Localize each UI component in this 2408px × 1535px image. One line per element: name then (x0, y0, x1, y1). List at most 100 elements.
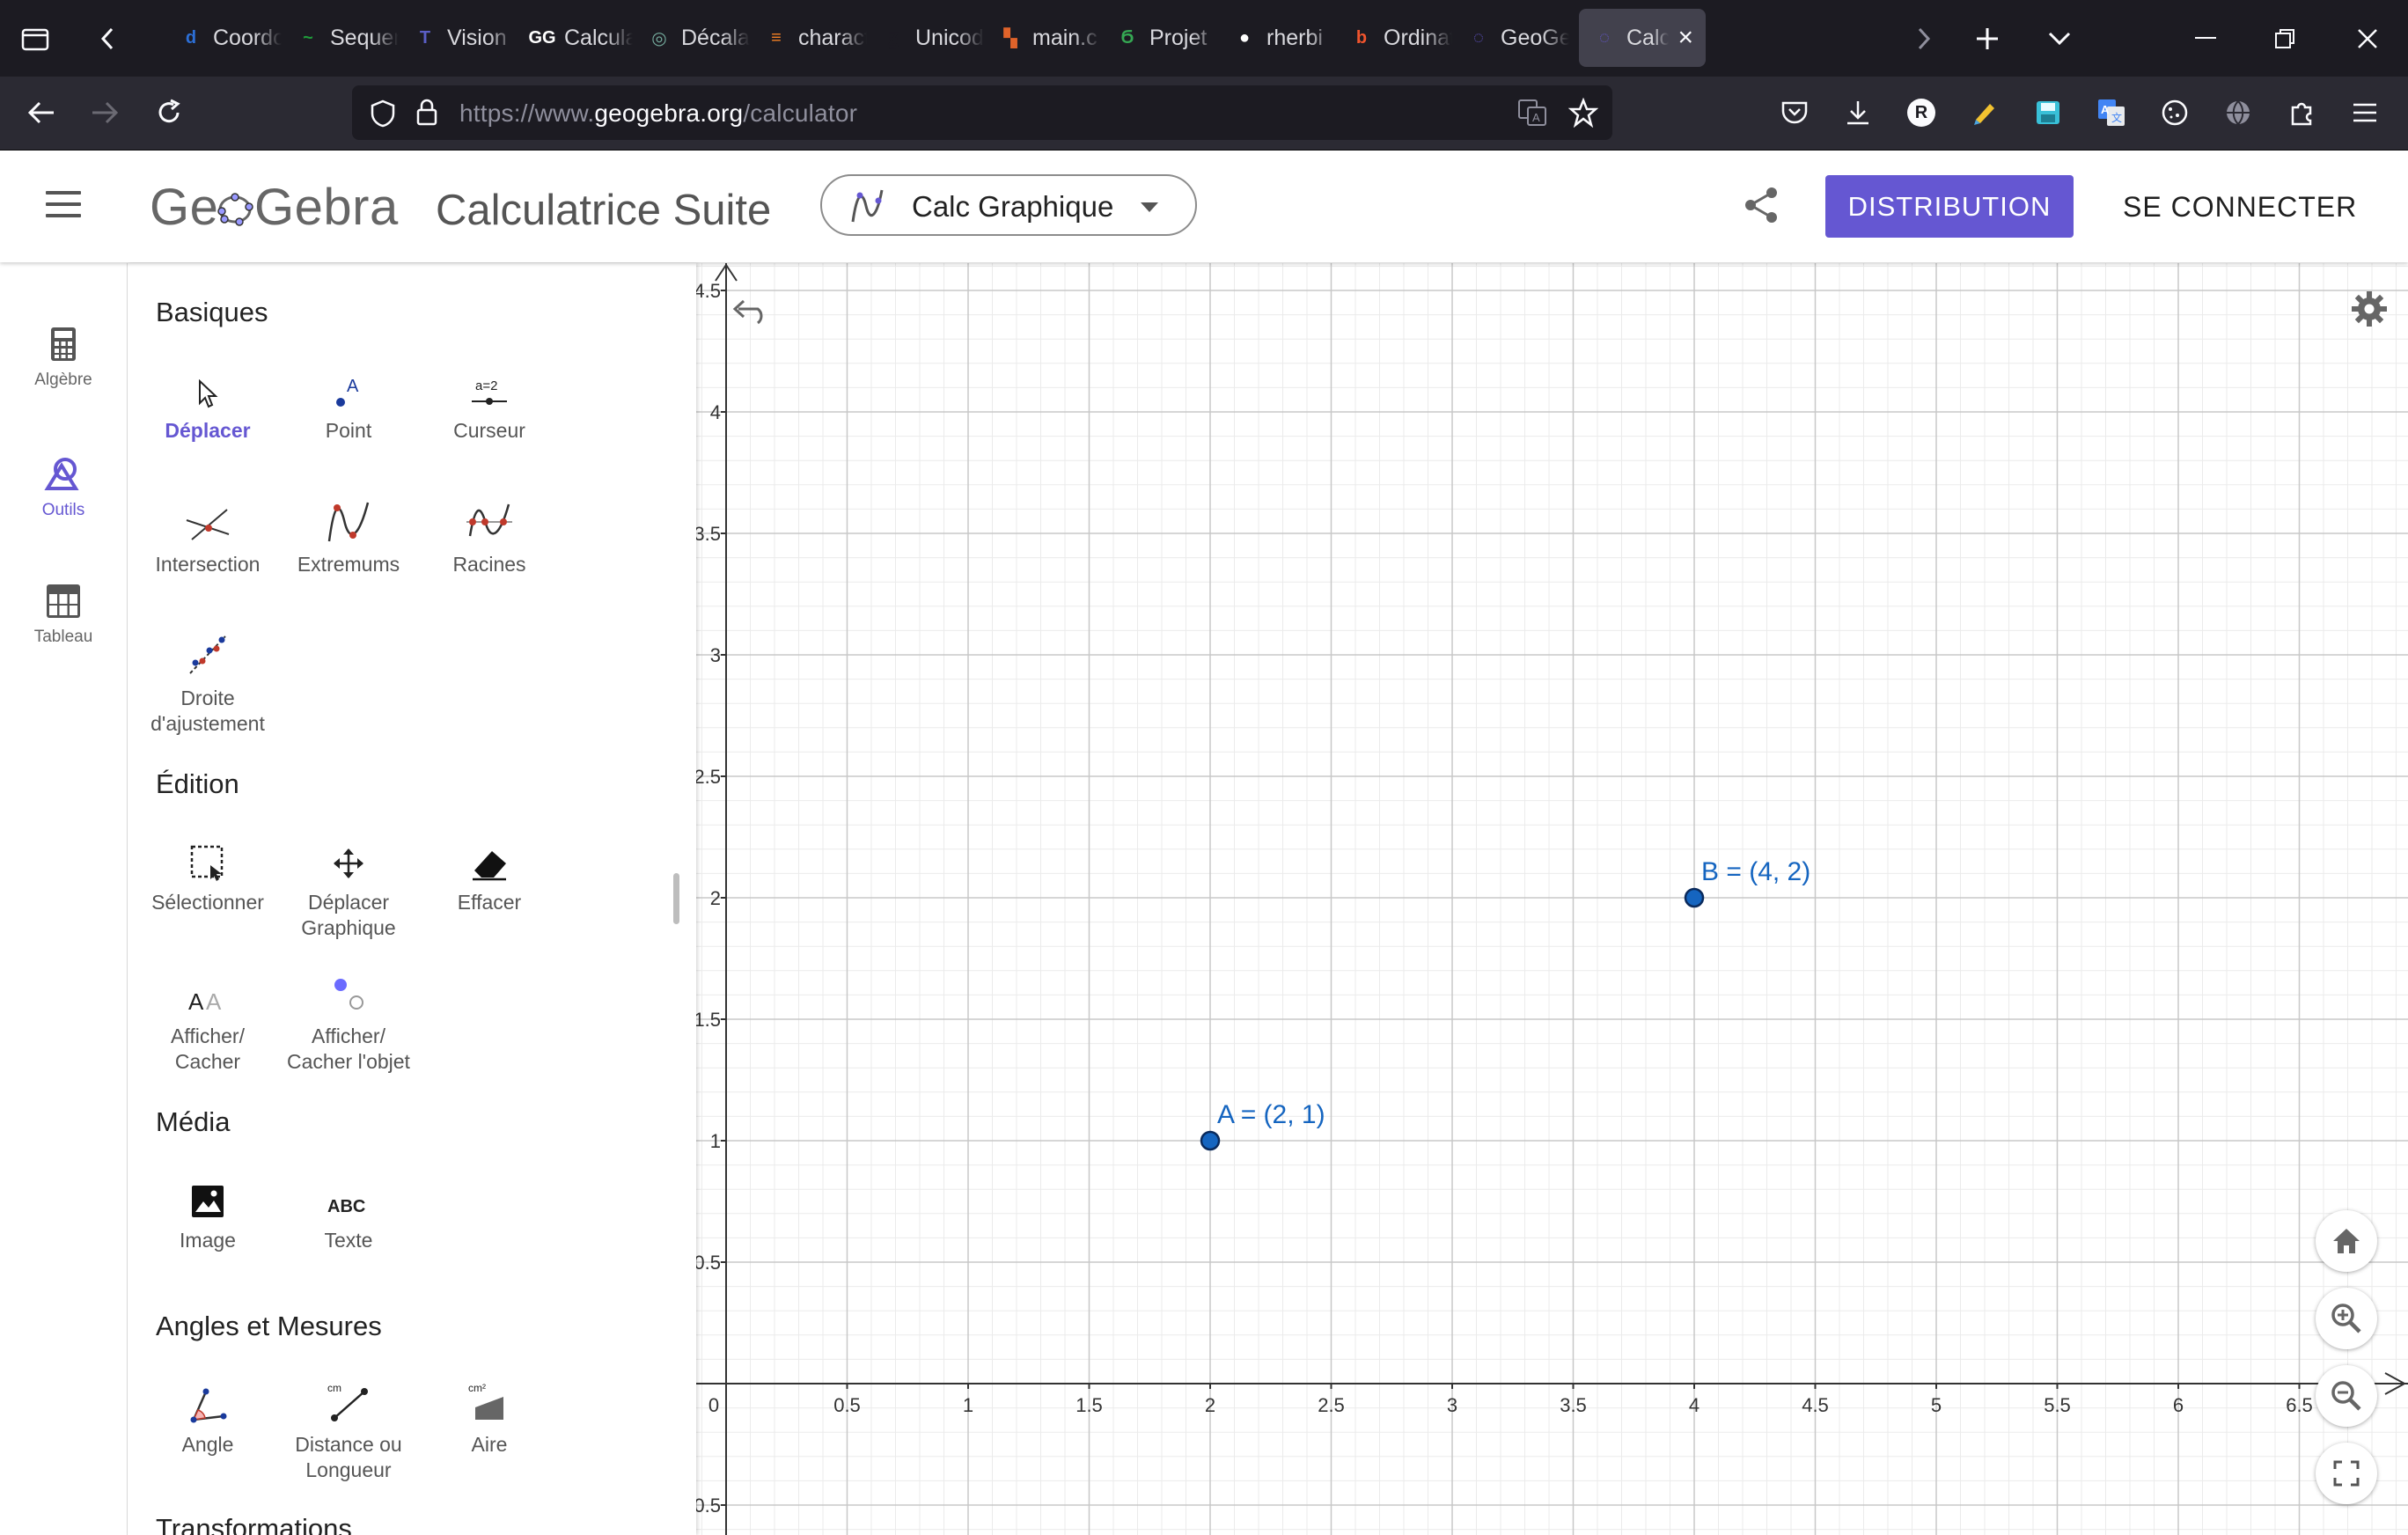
fullscreen-button[interactable] (2316, 1443, 2377, 1504)
image-icon (192, 1186, 224, 1217)
list-all-tabs-button[interactable] (2033, 12, 2086, 65)
window-restore-button[interactable] (2258, 12, 2311, 65)
tool-label: Afficher/ Cacher l'objet (287, 1025, 410, 1073)
tool-text[interactable]: ABC Texte (278, 1170, 419, 1253)
extension-globe-button[interactable] (2213, 87, 2264, 138)
undo-button[interactable] (731, 298, 770, 329)
tab-favicon-icon: d (185, 27, 197, 48)
tab-title: Coordonnées (213, 25, 282, 50)
reload-button[interactable] (143, 87, 195, 138)
graphics-view[interactable]: 0 0.5 1 1.5 2 2.5 3 3.5 4 4.5 5 5.5 6 6.5 4.5 4 3.5 3 2.5 2… (696, 263, 2408, 1535)
tool-angle[interactable]: Angle (137, 1374, 278, 1458)
svg-text:文: 文 (2111, 111, 2122, 124)
tab-title: Décalage (681, 25, 750, 50)
app-switcher-dropdown[interactable]: Calc Graphique (820, 174, 1197, 236)
tool-best-fit-line[interactable]: Droite d'ajustement (137, 628, 278, 737)
point-label-B[interactable]: B = (4, 2) (1701, 857, 1810, 886)
app-menu-button[interactable] (2339, 87, 2390, 138)
close-tab-icon[interactable]: × (1678, 23, 1693, 53)
rail-item-tools[interactable]: Outils (0, 457, 127, 520)
geogebra-logo[interactable]: Ge Gebra (150, 177, 414, 251)
point-A[interactable] (1200, 1130, 1221, 1151)
extension-r-button[interactable]: R (1896, 87, 1947, 138)
tool-show-hide-label[interactable]: AA Afficher/ Cacher (137, 966, 278, 1075)
angle-icon (190, 1388, 227, 1423)
standard-view-button[interactable] (2316, 1210, 2377, 1272)
window-minimize-button[interactable] (2179, 12, 2232, 65)
y-tick-label: 0.5 (696, 1252, 721, 1274)
tool-intersection[interactable]: Intersection (137, 494, 278, 577)
tabs-scroll-right-button[interactable] (1898, 12, 1950, 65)
extension-cookie-button[interactable] (2149, 87, 2200, 138)
coordinate-grid[interactable]: 0 0.5 1 1.5 2 2.5 3 3.5 4 4.5 5 5.5 6 6.5 4.5 4 3.5 3 2.5 2… (696, 263, 2408, 1535)
tool-image[interactable]: Image (137, 1170, 278, 1253)
extension-pencil-button[interactable] (1959, 87, 2010, 138)
browser-tab[interactable]: ◌ GeoGebra (1453, 9, 1569, 67)
extension-translate-button[interactable]: A文 (2086, 87, 2137, 138)
tool-label: Effacer (457, 891, 522, 914)
tool-point[interactable]: A Point (278, 360, 419, 444)
zoom-out-button[interactable] (2316, 1365, 2377, 1427)
main-menu-button[interactable] (46, 191, 81, 221)
tool-eraser[interactable]: Effacer (419, 832, 560, 915)
browser-tab[interactable]: ◎ Décalage (634, 9, 750, 67)
x-tick-label: 0.5 (833, 1394, 861, 1416)
share-button[interactable] (1743, 186, 1780, 229)
translate-icon[interactable]: A (1517, 99, 1547, 127)
browser-tab[interactable]: T Vision (400, 9, 516, 67)
extension-save-button[interactable] (2023, 87, 2074, 138)
tool-pan[interactable]: Déplacer Graphique (278, 832, 419, 941)
tool-distance[interactable]: cm Distance ou Longueur (278, 1374, 419, 1483)
tool-select[interactable]: Sélectionner (137, 832, 278, 915)
browser-tab[interactable]: ≡ characters (751, 9, 867, 67)
login-button[interactable]: SE CONNECTER (2123, 191, 2357, 224)
svg-text:A: A (2101, 103, 2110, 116)
rail-item-table[interactable]: Tableau (0, 584, 127, 647)
browser-tab[interactable]: Ϭ Projet (1102, 9, 1218, 67)
rail-item-algebra[interactable]: Algèbre (0, 327, 127, 390)
zoom-in-button[interactable] (2316, 1288, 2377, 1349)
graphics-settings-button[interactable] (2350, 290, 2389, 333)
tool-move[interactable]: Déplacer (137, 360, 278, 444)
bookmark-star-icon[interactable] (1568, 98, 1598, 128)
tools-panel: Basiques Déplacer A Point a=2 Curseur In… (128, 263, 696, 1535)
distribution-button[interactable]: DISTRIBUTION (1825, 175, 2074, 238)
window-close-button[interactable] (2341, 12, 2394, 65)
tool-extremum[interactable]: Extremums (278, 494, 419, 577)
browser-tab[interactable]: d Coordonnées (165, 9, 282, 67)
browser-tab-strip: d Coordonnées ~ Sequences T Vision GG Calculatr… (0, 0, 2408, 77)
section-title-media: Média (156, 1106, 231, 1137)
tool-slider[interactable]: a=2 Curseur (419, 360, 560, 444)
pocket-button[interactable] (1769, 87, 1820, 138)
tab-favicon-icon: Ꙃ (888, 29, 899, 49)
extensions-button[interactable] (2276, 87, 2327, 138)
pocket-icon (1781, 101, 1808, 124)
point-icon: A (336, 378, 359, 407)
browser-tab[interactable]: GG Calculatrice (517, 9, 633, 67)
tabs-scroll-left-button[interactable] (81, 12, 134, 65)
browser-tab-active[interactable]: ◌ Calc Graphique × (1579, 9, 1706, 67)
home-icon (2333, 1229, 2360, 1253)
forward-button[interactable] (79, 87, 130, 138)
globe-icon (2227, 100, 2250, 125)
tool-area[interactable]: cm² Aire (419, 1374, 560, 1458)
tool-roots[interactable]: Racines (419, 494, 560, 577)
point-B[interactable] (1684, 887, 1705, 908)
tool-label: Texte (324, 1229, 373, 1252)
back-button[interactable] (16, 87, 67, 138)
tab-overview-button[interactable] (9, 12, 62, 65)
plus-icon (1977, 28, 1998, 49)
tools-panel-scrollbar[interactable] (673, 873, 679, 924)
point-label-A[interactable]: A = (2, 1) (1217, 1100, 1325, 1129)
new-tab-button[interactable] (1961, 12, 2014, 65)
tool-show-hide-object[interactable]: Afficher/ Cacher l'objet (278, 966, 419, 1075)
browser-tab[interactable]: ~ Sequences (283, 9, 399, 67)
tab-favicon-icon: ≡ (771, 27, 782, 48)
address-bar[interactable]: https://www.geogebra.org/calculator A (352, 85, 1612, 140)
downloads-button[interactable] (1832, 87, 1883, 138)
browser-tab[interactable]: ▚ main.c (985, 9, 1101, 67)
browser-tab[interactable]: b Ordinateur (1336, 9, 1452, 67)
browser-tab[interactable]: ● rherbi (1219, 9, 1335, 67)
y-tick-label: 1 (710, 1130, 721, 1152)
browser-tab[interactable]: Ꙃ Unicode (868, 9, 984, 67)
